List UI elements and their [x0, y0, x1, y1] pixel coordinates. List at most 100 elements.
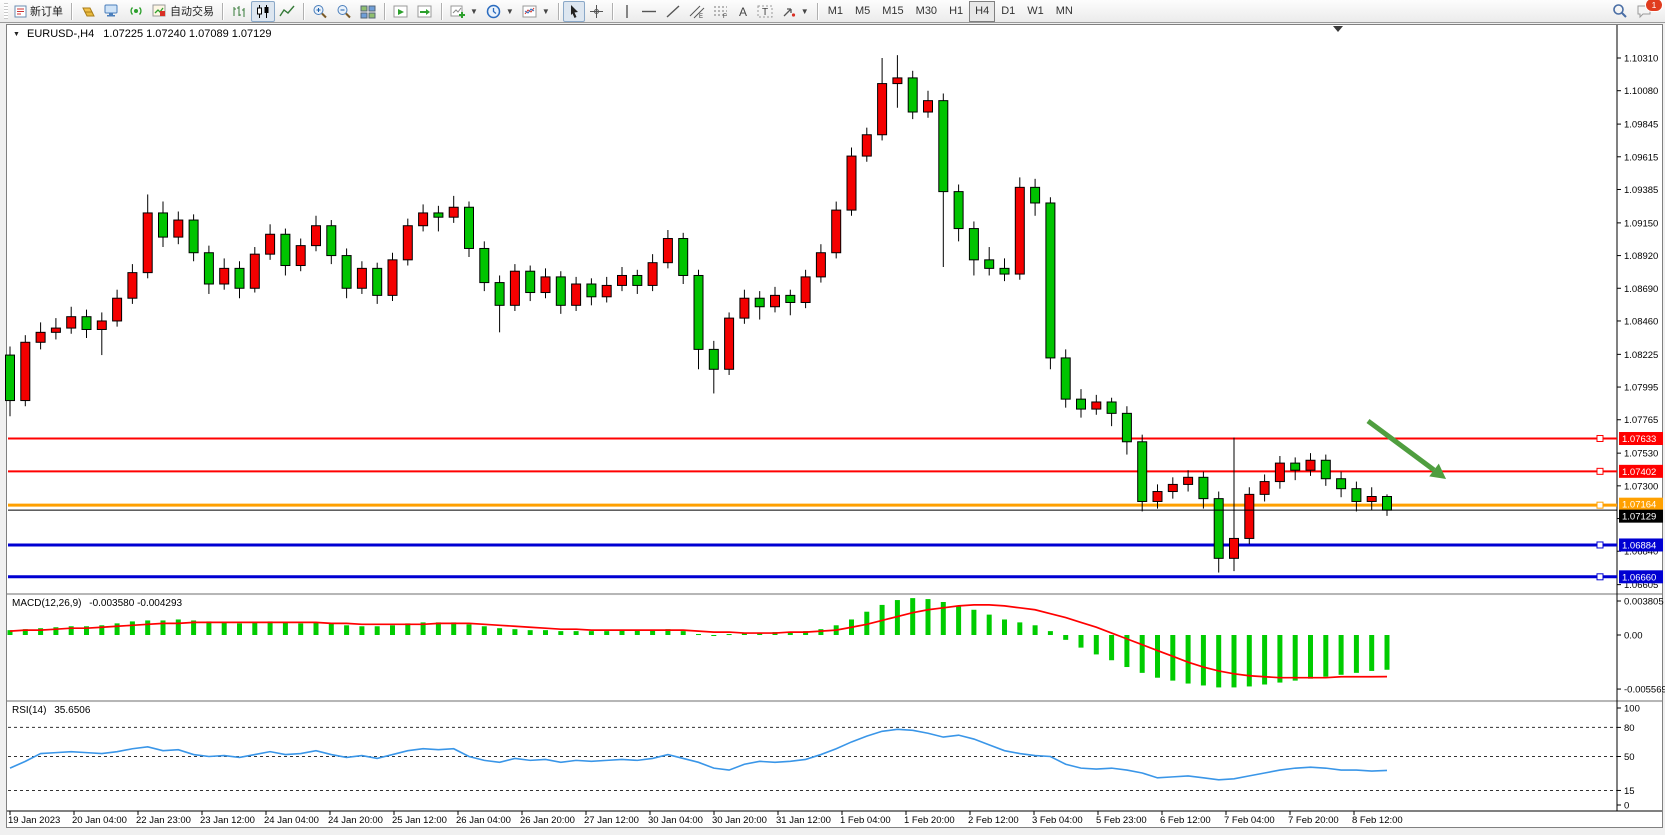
- macd-histogram-bar: [711, 635, 716, 636]
- timeframe-d1[interactable]: D1: [995, 1, 1021, 22]
- template-dropdown[interactable]: ▼: [518, 1, 554, 22]
- cursor-icon: [567, 4, 581, 19]
- timeframe-m1[interactable]: M1: [822, 1, 849, 22]
- price-tick-label: 1.07300: [1624, 481, 1658, 492]
- timeframe-m30[interactable]: M30: [910, 1, 943, 22]
- line-handle[interactable]: [1597, 502, 1603, 508]
- cursor-tool-button[interactable]: [563, 1, 585, 22]
- rsi-name: RSI(14): [12, 705, 46, 716]
- main-toolbar: 新订单 自动交易: [0, 0, 1665, 23]
- price-tick-label: 1.09615: [1624, 152, 1658, 163]
- time-tick-label: 24 Jan 20:00: [328, 815, 383, 826]
- macd-histogram-bar: [1323, 635, 1328, 677]
- ohlc-bars-icon: [231, 4, 247, 19]
- candle-body: [1107, 402, 1116, 413]
- crosshair-tool-button[interactable]: [585, 1, 608, 22]
- timeframe-m15[interactable]: M15: [876, 1, 909, 22]
- rsi-indicator-label: RSI(14) 35.6506: [12, 705, 90, 716]
- time-tick-label: 20 Jan 04:00: [72, 815, 127, 826]
- candle-body: [327, 226, 336, 256]
- terminal-button[interactable]: [100, 1, 124, 22]
- template-icon: [522, 4, 538, 19]
- line-handle[interactable]: [1597, 542, 1603, 548]
- macd-histogram-bar: [696, 634, 701, 635]
- auto-scroll-button[interactable]: [413, 1, 437, 22]
- candle-body: [1000, 268, 1009, 274]
- macd-histogram-bar: [727, 634, 732, 635]
- candle-body: [663, 239, 672, 263]
- candle-body: [1260, 482, 1269, 495]
- fibonacci-tool[interactable]: F: [709, 1, 733, 22]
- time-tick-label: 24 Jan 04:00: [264, 815, 319, 826]
- timeframe-w1[interactable]: W1: [1021, 1, 1050, 22]
- candlestick-chart-button[interactable]: [251, 1, 275, 22]
- timeframe-m5[interactable]: M5: [849, 1, 876, 22]
- candle-body: [847, 156, 856, 210]
- candle-body: [388, 260, 397, 296]
- tile-windows-button[interactable]: [356, 1, 380, 22]
- toolbar-grip[interactable]: [4, 3, 8, 19]
- chat-button[interactable]: 1: [1632, 1, 1657, 22]
- candle-body: [740, 298, 749, 318]
- candle-body: [786, 295, 795, 302]
- macd-histogram-bar: [589, 631, 594, 635]
- candle-body: [1337, 479, 1346, 489]
- price-tick-label: 1.09150: [1624, 218, 1658, 229]
- history-center-button[interactable]: [76, 1, 100, 22]
- macd-tick-label: -0.005569: [1624, 685, 1665, 696]
- macd-histogram-bar: [1216, 635, 1221, 687]
- new-chart-icon: [450, 4, 466, 19]
- line-handle[interactable]: [1597, 574, 1603, 580]
- macd-tick-label: 0.00: [1624, 631, 1643, 642]
- horizontal-line-tool[interactable]: [637, 1, 661, 22]
- period-dropdown[interactable]: ▼: [482, 1, 518, 22]
- candle-body: [832, 210, 841, 253]
- vertical-line-tool[interactable]: [617, 1, 637, 22]
- new-order-button[interactable]: 新订单: [10, 1, 67, 22]
- candle-body: [143, 213, 152, 273]
- candle-body: [1230, 538, 1239, 558]
- trendline-tool[interactable]: [661, 1, 685, 22]
- line-handle[interactable]: [1597, 436, 1603, 442]
- macd-histogram-bar: [359, 626, 364, 635]
- text-label-icon: T: [757, 4, 773, 19]
- macd-histogram-bar: [1201, 635, 1206, 685]
- line-handle[interactable]: [1597, 468, 1603, 474]
- candle-body: [878, 84, 887, 135]
- macd-histogram-bar: [497, 628, 502, 635]
- collapse-triangle-icon[interactable]: ▼: [13, 31, 20, 38]
- auto-trading-label: 自动交易: [170, 3, 214, 19]
- auto-trading-button[interactable]: 自动交易: [148, 1, 218, 22]
- candle-body: [312, 226, 321, 246]
- channel-tool[interactable]: E: [685, 1, 709, 22]
- macd-histogram-bar: [222, 622, 227, 635]
- candle-body: [6, 355, 15, 400]
- macd-histogram-bar: [390, 625, 395, 635]
- candle-body: [67, 317, 76, 328]
- price-tick-label: 1.09385: [1624, 185, 1658, 196]
- chart-canvas[interactable]: 1.103101.100801.098451.096151.093851.091…: [0, 0, 1665, 835]
- candle-body: [281, 234, 290, 265]
- timeframe-mn[interactable]: MN: [1050, 1, 1079, 22]
- new-chart-dropdown[interactable]: ▼: [446, 1, 482, 22]
- chart-window-frame: [7, 25, 1663, 828]
- signals-button[interactable]: [124, 1, 148, 22]
- zoom-in-button[interactable]: [308, 1, 332, 22]
- bar-chart-button[interactable]: [227, 1, 251, 22]
- text-tool[interactable]: A: [733, 1, 753, 22]
- search-button[interactable]: [1608, 1, 1632, 22]
- zoom-out-button[interactable]: [332, 1, 356, 22]
- price-tick-label: 1.08690: [1624, 284, 1658, 295]
- candle-body: [725, 318, 734, 369]
- chart-shift-button[interactable]: [389, 1, 413, 22]
- line-chart-button[interactable]: [275, 1, 299, 22]
- timeframe-h4[interactable]: H4: [969, 1, 995, 22]
- text-label-tool[interactable]: T: [753, 1, 777, 22]
- macd-histogram-bar: [1186, 635, 1191, 684]
- candle-body: [556, 277, 565, 305]
- macd-histogram-bar: [956, 606, 961, 635]
- timeframe-h1[interactable]: H1: [943, 1, 969, 22]
- candle-body: [36, 332, 45, 342]
- candle-body: [694, 275, 703, 349]
- arrows-tool-dropdown[interactable]: ▼: [777, 1, 813, 22]
